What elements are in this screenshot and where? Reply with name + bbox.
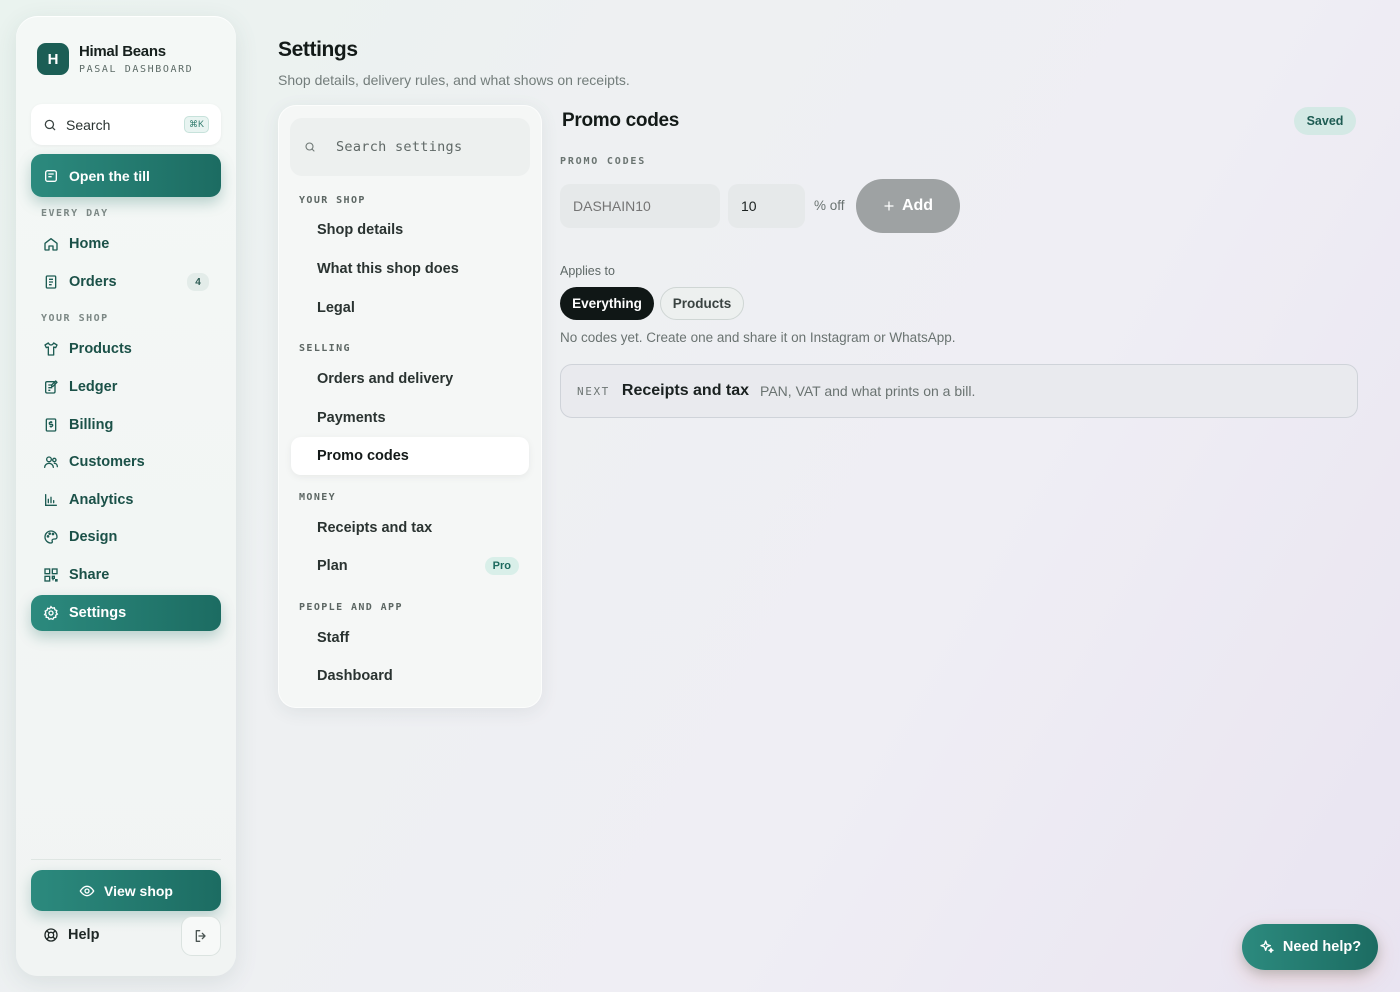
palette-icon bbox=[43, 529, 59, 545]
bar-chart-icon bbox=[43, 492, 59, 508]
settings-section-selling: SELLING bbox=[299, 343, 351, 354]
search-shortcut-badge: ⌘K bbox=[183, 116, 209, 133]
users-icon bbox=[43, 454, 59, 470]
sidebar-item-products[interactable]: Products bbox=[31, 331, 221, 367]
sidebar-item-settings[interactable]: Settings bbox=[31, 595, 221, 631]
promo-codes-title: Promo codes bbox=[562, 110, 680, 131]
sidebar-item-label: Home bbox=[69, 236, 110, 252]
next-card-title: Receipts and tax bbox=[621, 382, 750, 399]
sidebar-item-label: Design bbox=[69, 529, 118, 545]
need-help-button[interactable]: Need help? bbox=[1242, 924, 1378, 970]
bill-icon bbox=[43, 417, 59, 433]
open-till-button[interactable]: Open the till bbox=[31, 154, 221, 197]
need-help-label: Need help? bbox=[1282, 939, 1362, 955]
empty-state-text: No codes yet. Create one and share it on… bbox=[560, 330, 956, 345]
settings-item-what-this-shop-does[interactable]: What this shop does bbox=[291, 250, 529, 288]
section-label-your-shop: YOUR SHOP bbox=[41, 313, 109, 324]
sidebar-search[interactable]: Search ⌘K bbox=[31, 104, 221, 145]
settings-item-dashboard[interactable]: Dashboard bbox=[291, 657, 529, 695]
sidebar-item-customers[interactable]: Customers bbox=[31, 444, 221, 480]
scope-option-products[interactable]: Products bbox=[660, 287, 744, 320]
sidebar-item-design[interactable]: Design bbox=[31, 519, 221, 555]
search-icon bbox=[304, 141, 316, 153]
next-step-card[interactable]: NEXT Receipts and tax PAN, VAT and what … bbox=[560, 364, 1358, 418]
view-shop-button[interactable]: View shop bbox=[31, 870, 221, 911]
sidebar-item-label: Products bbox=[69, 341, 132, 357]
promo-code-input[interactable] bbox=[560, 184, 720, 228]
sidebar-item-label: Ledger bbox=[69, 379, 118, 395]
sparkle-icon bbox=[1259, 939, 1275, 955]
add-promo-button[interactable]: Add bbox=[856, 179, 960, 233]
applies-to-label: Applies to bbox=[560, 264, 615, 278]
scope-option-everything[interactable]: Everything bbox=[560, 287, 654, 320]
plus-icon bbox=[883, 200, 895, 212]
receipt-icon bbox=[43, 274, 59, 290]
saved-status-badge: Saved bbox=[1294, 107, 1356, 135]
page-subtitle: Shop details, delivery rules, and what s… bbox=[278, 72, 630, 88]
discount-percent-input[interactable] bbox=[728, 184, 805, 228]
section-label-every-day: EVERY DAY bbox=[41, 208, 109, 219]
settings-item-staff[interactable]: Staff bbox=[291, 619, 529, 657]
settings-section-money: MONEY bbox=[299, 492, 337, 503]
settings-nav-panel: Search settings YOUR SHOP Shop details W… bbox=[278, 105, 542, 708]
next-card-description: PAN, VAT and what prints on a bill. bbox=[760, 383, 976, 399]
gear-icon bbox=[43, 605, 59, 621]
sidebar-divider bbox=[31, 859, 221, 860]
eye-icon bbox=[79, 883, 95, 899]
brand-subtitle: PASAL DASHBOARD bbox=[79, 64, 194, 75]
settings-search-placeholder: Search settings bbox=[336, 139, 463, 155]
register-icon bbox=[43, 168, 59, 184]
sidebar-item-share[interactable]: Share bbox=[31, 557, 221, 593]
settings-item-plan[interactable]: Plan Pro bbox=[291, 547, 529, 585]
settings-item-shop-details[interactable]: Shop details bbox=[291, 211, 529, 249]
sidebar-item-label: Orders bbox=[69, 274, 117, 290]
sidebar-item-orders[interactable]: Orders 4 bbox=[31, 264, 221, 300]
sidebar-item-billing[interactable]: Billing bbox=[31, 407, 221, 443]
settings-section-your-shop: YOUR SHOP bbox=[299, 195, 366, 206]
help-link[interactable]: Help bbox=[43, 927, 99, 943]
ledger-icon bbox=[43, 379, 59, 395]
sidebar-item-analytics[interactable]: Analytics bbox=[31, 482, 221, 518]
promo-codes-field-label: PROMO CODES bbox=[560, 156, 647, 167]
help-label: Help bbox=[68, 927, 100, 943]
sidebar-item-label: Billing bbox=[69, 417, 114, 433]
sidebar-item-ledger[interactable]: Ledger bbox=[31, 369, 221, 405]
sidebar: H Himal Beans PASAL DASHBOARD Search ⌘K … bbox=[16, 16, 236, 976]
logout-icon bbox=[193, 928, 209, 944]
qr-code-icon bbox=[43, 567, 59, 583]
open-till-label: Open the till bbox=[69, 167, 150, 184]
settings-item-receipts-and-tax[interactable]: Receipts and tax bbox=[291, 509, 529, 547]
lifebuoy-icon bbox=[43, 927, 59, 943]
sidebar-item-label: Settings bbox=[69, 605, 127, 621]
settings-item-orders-and-delivery[interactable]: Orders and delivery bbox=[291, 360, 529, 398]
home-icon bbox=[43, 236, 59, 252]
page-title: Settings bbox=[278, 38, 358, 61]
pro-badge: Pro bbox=[484, 557, 519, 575]
brand-name: Himal Beans bbox=[79, 43, 166, 60]
sidebar-item-label: Analytics bbox=[69, 492, 134, 508]
sidebar-item-label: Share bbox=[69, 567, 110, 583]
percent-off-suffix: % off bbox=[814, 198, 845, 213]
search-icon bbox=[43, 118, 57, 132]
brand-logo: H bbox=[37, 43, 69, 75]
view-shop-label: View shop bbox=[104, 882, 173, 899]
sidebar-item-home[interactable]: Home bbox=[31, 226, 221, 262]
settings-item-legal[interactable]: Legal bbox=[291, 289, 529, 327]
logout-button[interactable] bbox=[181, 916, 221, 956]
brand[interactable]: H Himal Beans PASAL DASHBOARD bbox=[37, 43, 193, 75]
sidebar-search-label: Search bbox=[66, 116, 111, 133]
add-promo-label: Add bbox=[901, 197, 934, 214]
next-tag: NEXT bbox=[577, 384, 610, 398]
settings-item-promo-codes[interactable]: Promo codes bbox=[291, 437, 529, 475]
orders-count-badge: 4 bbox=[187, 273, 209, 291]
settings-section-people-and-app: PEOPLE AND APP bbox=[299, 602, 403, 613]
settings-item-label: Plan bbox=[317, 558, 348, 574]
settings-item-payments[interactable]: Payments bbox=[291, 399, 529, 437]
shirt-icon bbox=[43, 341, 59, 357]
settings-search-input[interactable]: Search settings bbox=[290, 118, 530, 176]
sidebar-item-label: Customers bbox=[69, 454, 145, 470]
